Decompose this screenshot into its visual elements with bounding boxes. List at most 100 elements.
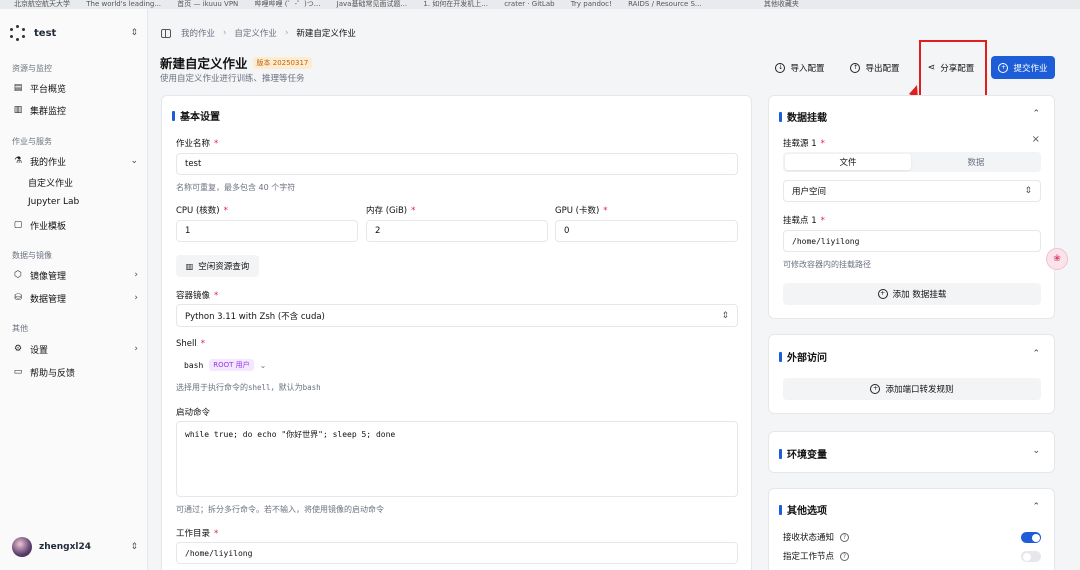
help-text: 选择用于执行命令的 [176,383,248,392]
chevron-updown-icon: ⇕ [130,542,138,552]
workspace-name: test [34,27,57,39]
chevron-down-icon[interactable]: ⌄ [1032,446,1040,456]
sidebar-item-settings[interactable]: ⚙ 设置 › [12,339,138,359]
gear-icon: ⚙ [13,344,23,354]
chevron-up-icon[interactable]: ⌃ [1032,349,1040,359]
field-label: Shell * [176,339,205,349]
idle-resource-query-button[interactable]: ▥ 空闲资源查询 [176,255,259,277]
label-text: 作业名称 [176,139,211,149]
sidebar-item-overview[interactable]: ▤ 平台概览 [12,78,138,98]
memory-input[interactable]: 2 [366,220,548,242]
sidebar-item-label: 数据管理 [30,294,67,305]
plus-circle-icon: + [870,384,881,394]
tab-file[interactable]: 文件 [785,154,911,170]
gpu-input[interactable]: 0 [555,220,738,242]
external-access-card: 外部访问 ⌃ + 添加端口转发规则 [768,334,1055,414]
other-options-card: 其他选项 ⌃ 接收状态通知 ? 指定工作节点 ? [768,488,1055,570]
bookmark-item[interactable]: RAIDS / Resource S... [628,1,702,8]
bookmarks-bar: 北京航空航天大学 The world's leading... 首页 — iku… [0,0,1080,9]
sidebar-item-myjobs[interactable]: ⚗ 我的作业 ⌄ [12,151,138,171]
button-label: 添加端口转发规则 [885,385,954,395]
option-label: 接收状态通知 [783,533,835,543]
sidebar-item-label: 我的作业 [30,157,67,168]
option-row: 接收状态通知 ? [783,531,850,543]
field-label: 启动命令 [176,408,211,418]
sidebar-item-cluster[interactable]: ▥ 集群监控 [12,100,138,120]
field-label: CPU (核数) * [176,206,228,216]
section-monitor: 资源与监控 [12,64,52,73]
field-label: GPU (卡数) * [555,206,608,216]
flask-icon: ⚗ [13,156,23,166]
card-title: 其他选项 [779,502,827,517]
add-data-mount-button[interactable]: + 添加 数据挂载 [783,283,1041,305]
bookmark-item[interactable]: The world's leading... [86,1,161,8]
workdir-input[interactable]: /home/liyilong [176,542,738,564]
help-circle-icon[interactable]: ? [840,532,850,542]
image-select[interactable]: Python 3.11 with Zsh (不含 cuda) ⇕ [176,304,738,327]
bookmark-item[interactable]: Java基础常见面试题... [337,1,407,8]
label-text: GPU (卡数) [555,206,600,216]
help-text: ，默认为 [270,383,303,392]
notify-toggle[interactable] [1021,532,1041,543]
select-value: 用户空间 [792,187,827,197]
user-menu[interactable]: zhengxl24 ⇕ [12,536,138,558]
sidebar-item-jupyter[interactable]: Jupyter Lab [28,192,138,212]
field-label: 挂载点 1 * [783,216,825,226]
basic-settings-card: 基本设置 作业名称 * test 名称可重复，最多包含 40 个字符 CPU (核… [161,95,752,570]
field-help: 选择用于执行命令的shell，默认为bash [176,382,321,393]
bookmark-item[interactable]: 1. 如何在开发机上... [423,1,488,8]
sidebar-item-label: Jupyter Lab [28,197,80,207]
sidebar: test ⇕ 资源与监控 ▤ 平台概览 ▥ 集群监控 作业与服务 ⚗ 我的作业 … [0,9,148,570]
sidebar-item-images[interactable]: ⬡ 镜像管理 › [12,265,138,285]
field-help: 名称可重复，最多包含 40 个字符 [176,183,296,192]
node-toggle[interactable] [1021,551,1041,562]
bookmark-item[interactable]: crater · GitLab [504,1,554,8]
chevron-up-icon[interactable]: ⌃ [1032,109,1040,119]
label-text: 挂载源 1 [783,139,817,149]
sidebar-item-help[interactable]: ▭ 帮助与反馈 [12,362,138,382]
field-label: 工作目录 * [176,529,219,539]
bookmark-item[interactable]: 哔哩哔哩 (゜-゜)つ... [255,1,321,8]
template-icon: ▢ [13,220,23,230]
label-text: 内存 (GiB) [366,206,408,216]
field-label: 内存 (GiB) * [366,206,416,216]
section-jobs: 作业与服务 [12,137,52,146]
bookmark-item[interactable]: 北京航空航天大学 [14,1,70,8]
sidebar-item-label: 作业模板 [30,221,67,232]
sidebar-item-label: 平台概览 [30,84,67,95]
mount-space-select[interactable]: 用户空间 ⇕ [783,180,1041,202]
sidebar-item-label: 镜像管理 [30,271,67,282]
field-help: 可通过；拆分多行命令。若不输入，将使用镜像的启动命令 [176,505,384,514]
button-label: 添加 数据挂载 [892,290,947,300]
tab-data[interactable]: 数据 [913,154,1039,170]
workspace-switcher[interactable]: test ⇕ [10,23,138,43]
sidebar-item-custom[interactable]: 自定义作业 [28,172,138,192]
sidebar-item-label: 设置 [30,345,49,356]
chevron-right-icon: › [134,293,138,303]
shell-select[interactable]: bash ROOT 用户 ⌄ [176,354,282,376]
sidebar-item-label: 集群监控 [30,106,67,117]
bookmark-item[interactable]: 首页 — ikuuu VPN [177,1,238,8]
sidebar-item-datamgmt[interactable]: ⛁ 数据管理 › [12,288,138,308]
job-name-input[interactable]: test [176,153,738,175]
sidebar-item-label: 自定义作业 [28,178,74,189]
cpu-input[interactable]: 1 [176,220,358,242]
chevron-right-icon: › [134,270,138,280]
mount-point-input[interactable]: /home/liyilong [783,230,1041,252]
section-data: 数据与镜像 [12,251,52,260]
box-icon: ⬡ [14,270,22,280]
bookmark-item[interactable]: 其他收藏夹 [764,1,799,8]
field-label: 挂载源 1 * [783,139,825,149]
close-icon[interactable]: × [1032,134,1040,145]
bookmark-item[interactable]: Try pandoc! [571,1,612,8]
add-port-forward-button[interactable]: + 添加端口转发规则 [783,378,1041,400]
help-circle-icon[interactable]: ? [840,551,850,561]
floating-assistant-icon[interactable]: ❀ [1046,248,1068,270]
bar-chart-icon: ▥ [13,105,23,115]
env-vars-card[interactable]: 环境变量 ⌄ [768,431,1055,473]
sidebar-item-templates[interactable]: ▢ 作业模板 [12,215,138,235]
start-command-textarea[interactable]: while true; do echo "你好世界"; sleep 5; don… [176,421,738,497]
chevron-up-icon[interactable]: ⌃ [1032,502,1040,512]
label-text: 工作目录 [176,529,211,539]
button-label: 空闲资源查询 [198,262,250,272]
